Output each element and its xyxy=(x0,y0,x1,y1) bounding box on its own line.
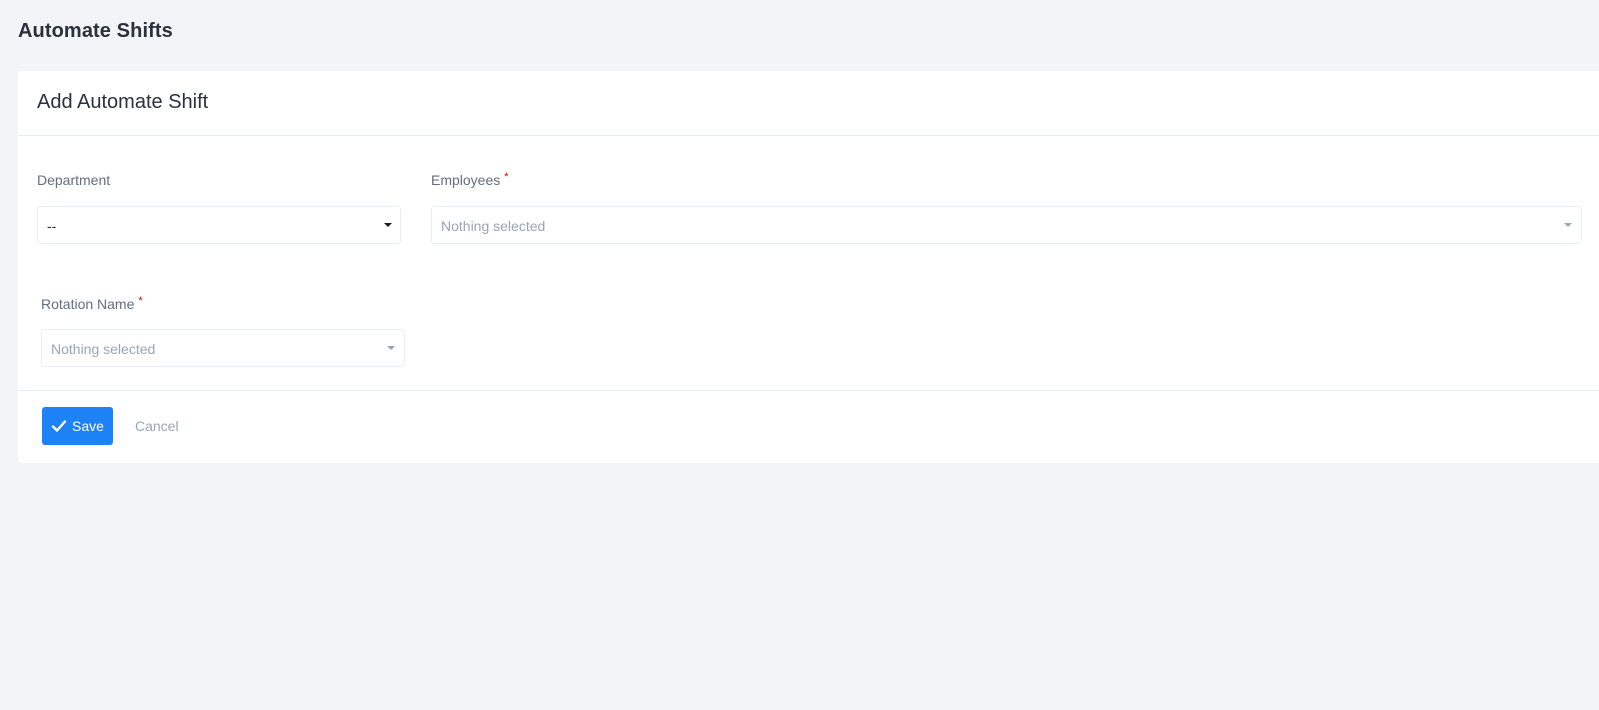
employees-select-placeholder: Nothing selected xyxy=(441,218,546,234)
rotation-name-select-placeholder: Nothing selected xyxy=(51,341,156,357)
page-title: Automate Shifts xyxy=(18,20,173,42)
card-header: Add Automate Shift xyxy=(18,71,1599,136)
rotation-name-label-text: Rotation Name xyxy=(41,296,135,312)
department-select[interactable]: -- xyxy=(37,206,401,244)
employees-label-text: Employees xyxy=(431,172,501,188)
check-icon xyxy=(51,420,67,432)
save-button-label: Save xyxy=(72,418,104,434)
form-actions: Save Cancel xyxy=(18,390,1599,464)
employees-label: Employees * xyxy=(431,171,509,188)
department-select-value: -- xyxy=(47,218,57,234)
employees-select[interactable]: Nothing selected xyxy=(431,206,1582,244)
card-title: Add Automate Shift xyxy=(37,91,209,113)
save-button[interactable]: Save xyxy=(42,407,113,445)
cancel-button[interactable]: Cancel xyxy=(135,418,179,434)
required-asterisk: * xyxy=(138,295,143,307)
department-label-text: Department xyxy=(37,172,111,188)
rotation-name-select[interactable]: Nothing selected xyxy=(41,329,405,367)
rotation-name-label: Rotation Name * xyxy=(41,295,143,312)
add-automate-shift-card: Add Automate Shift Department -- Employe… xyxy=(18,71,1599,463)
chevron-down-icon xyxy=(384,223,392,227)
department-label: Department xyxy=(37,172,110,188)
chevron-down-icon xyxy=(387,346,395,350)
chevron-down-icon xyxy=(1564,223,1572,227)
required-asterisk: * xyxy=(504,171,509,183)
